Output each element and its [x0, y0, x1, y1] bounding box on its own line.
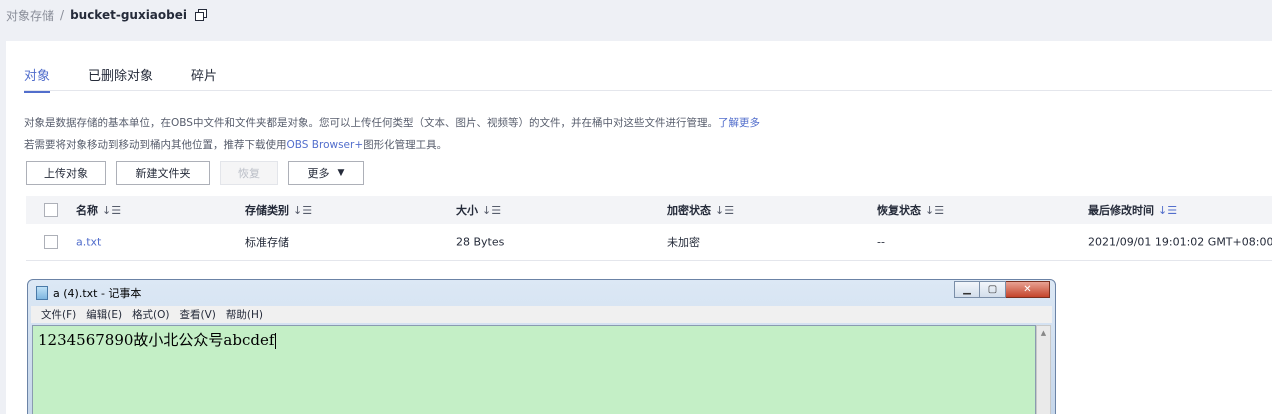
- notepad-menubar: 文件(F) 编辑(E) 格式(O) 查看(V) 帮助(H): [31, 306, 1052, 323]
- notepad-titlebar[interactable]: a (4).txt - 记事本 ▁ ▢ ✕: [28, 280, 1055, 306]
- tab-bar: 对象 已删除对象 碎片: [24, 65, 255, 93]
- description-line-2: 若需要将对象移动到移动到桶内其他位置，推荐下载使用OBS Browser+图形化…: [24, 137, 447, 152]
- scroll-up-arrow-icon[interactable]: ▲: [1041, 329, 1046, 414]
- toolbar: 上传对象 新建文件夹 恢复 更多 ▼: [26, 161, 364, 185]
- objects-table: 名称 ↓☰ 存储类别 ↓☰ 大小 ↓☰ 加密状态 ↓☰ 恢复状态 ↓☰ 最后修改时间 ↓☰ …: [26, 196, 1272, 261]
- menu-file[interactable]: 文件(F): [41, 307, 76, 322]
- more-button[interactable]: 更多 ▼: [288, 161, 364, 185]
- new-folder-button[interactable]: 新建文件夹: [116, 161, 210, 185]
- sort-icon[interactable]: ↓☰: [482, 204, 501, 217]
- text-cursor: [275, 333, 277, 349]
- obs-browser-link[interactable]: OBS Browser+: [287, 139, 364, 151]
- learn-more-link[interactable]: 了解更多: [718, 117, 760, 129]
- select-all-checkbox[interactable]: [44, 203, 58, 217]
- object-storage-class: 标准存储: [245, 236, 289, 249]
- column-header-restore-status[interactable]: 恢复状态 ↓☰: [877, 202, 944, 218]
- column-header-storage-class[interactable]: 存储类别 ↓☰: [245, 202, 312, 218]
- object-name-link[interactable]: a.txt: [76, 236, 101, 249]
- menu-format[interactable]: 格式(O): [132, 307, 169, 322]
- notepad-text-area[interactable]: 1234567890故小北公众号abcdef: [32, 325, 1036, 414]
- window-controls: ▁ ▢ ✕: [954, 281, 1050, 298]
- column-header-size-label: 大小: [456, 204, 478, 217]
- column-header-restore-status-label: 恢复状态: [877, 204, 921, 217]
- caret-down-icon: ▼: [337, 168, 345, 178]
- column-header-size[interactable]: 大小 ↓☰: [456, 202, 501, 218]
- breadcrumb-current: bucket-guxiaobei: [70, 8, 187, 22]
- column-header-encryption[interactable]: 加密状态 ↓☰: [667, 202, 734, 218]
- sort-icon[interactable]: ↓☰: [925, 204, 944, 217]
- vertical-scrollbar[interactable]: ▲: [1036, 325, 1051, 414]
- tabs-divider: [24, 90, 1272, 91]
- breadcrumb-parent-link[interactable]: 对象存储: [6, 7, 54, 24]
- sort-icon[interactable]: ↓☰: [102, 204, 121, 217]
- column-header-name[interactable]: 名称 ↓☰: [76, 202, 121, 218]
- menu-edit[interactable]: 编辑(E): [86, 307, 122, 322]
- tab-deleted-objects[interactable]: 已删除对象: [88, 65, 153, 93]
- copy-icon[interactable]: [195, 9, 207, 21]
- column-header-encryption-label: 加密状态: [667, 204, 711, 217]
- sort-icon[interactable]: ↓☰: [293, 204, 312, 217]
- menu-view[interactable]: 查看(V): [180, 307, 216, 322]
- table-header: 名称 ↓☰ 存储类别 ↓☰ 大小 ↓☰ 加密状态 ↓☰ 恢复状态 ↓☰ 最后修改时间 ↓☰: [26, 196, 1272, 224]
- tab-objects[interactable]: 对象: [24, 65, 51, 93]
- description-text-2-prefix: 若需要将对象移动到移动到桶内其他位置，推荐下载使用: [24, 139, 287, 151]
- column-header-last-modified[interactable]: 最后修改时间 ↓☰: [1088, 202, 1177, 218]
- description-text-1: 对象是数据存储的基本单位，在OBS中文件和文件夹都是对象。您可以上传任何类型（文…: [24, 117, 718, 129]
- object-restore-status: --: [877, 235, 885, 249]
- breadcrumb: 对象存储 / bucket-guxiaobei: [6, 5, 207, 25]
- column-header-last-modified-label: 最后修改时间: [1088, 204, 1154, 217]
- table-row: a.txt 标准存储 28 Bytes 未加密 -- 2021/09/01 19…: [26, 224, 1272, 261]
- sort-desc-icon[interactable]: ↓☰: [1158, 204, 1177, 217]
- maximize-icon[interactable]: ▢: [980, 281, 1006, 298]
- breadcrumb-separator: /: [60, 8, 65, 22]
- column-header-storage-class-label: 存储类别: [245, 204, 289, 217]
- description-line-1: 对象是数据存储的基本单位，在OBS中文件和文件夹都是对象。您可以上传任何类型（文…: [24, 115, 760, 130]
- object-last-modified: 2021/09/01 19:01:02 GMT+08:00: [1088, 235, 1272, 249]
- object-encryption: 未加密: [667, 236, 700, 249]
- restore-button[interactable]: 恢复: [220, 161, 278, 185]
- close-icon[interactable]: ✕: [1006, 281, 1050, 298]
- menu-help[interactable]: 帮助(H): [226, 307, 263, 322]
- notepad-window: a (4).txt - 记事本 ▁ ▢ ✕ 文件(F) 编辑(E) 格式(O) …: [27, 279, 1056, 414]
- notepad-content: 1234567890故小北公众号abcdef: [38, 331, 275, 349]
- row-checkbox[interactable]: [44, 235, 58, 249]
- column-header-name-label: 名称: [76, 204, 98, 217]
- tab-fragments[interactable]: 碎片: [191, 65, 217, 93]
- description-text-2-suffix: 图形化管理工具。: [363, 139, 448, 151]
- minimize-icon[interactable]: ▁: [954, 281, 980, 298]
- upload-object-button[interactable]: 上传对象: [26, 161, 106, 185]
- notepad-title: a (4).txt - 记事本: [53, 287, 142, 300]
- object-size: 28 Bytes: [456, 235, 505, 249]
- sort-icon[interactable]: ↓☰: [715, 204, 734, 217]
- notepad-icon: [36, 286, 48, 300]
- more-button-label: 更多: [307, 167, 330, 180]
